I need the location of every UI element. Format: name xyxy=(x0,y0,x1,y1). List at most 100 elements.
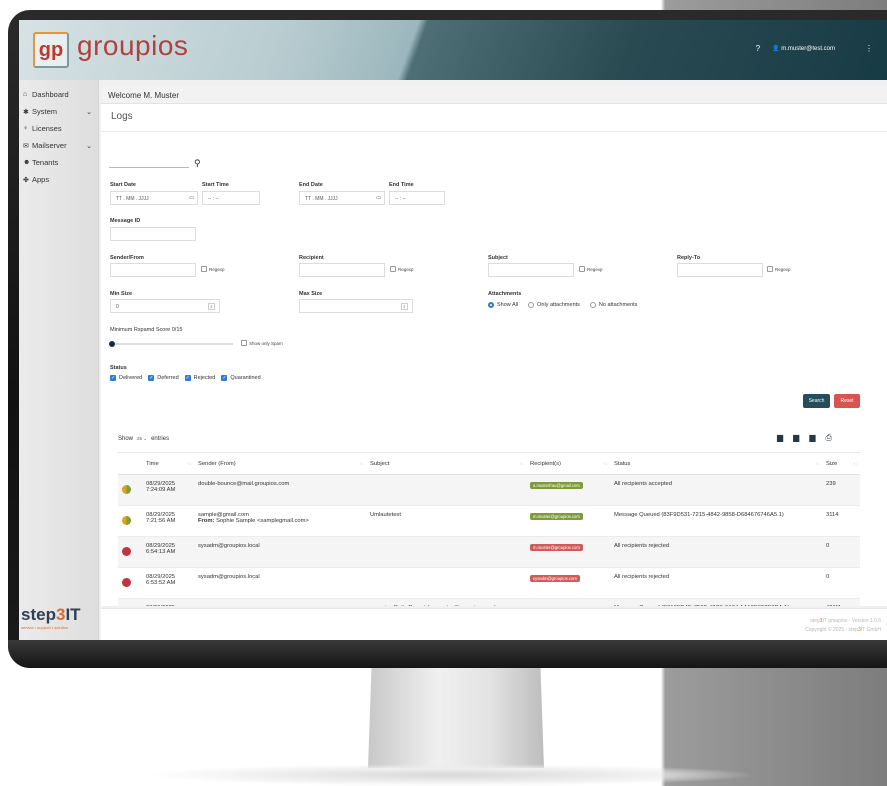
size-cell: 0 xyxy=(822,536,860,568)
export-pdf-icon[interactable]: ▆ xyxy=(809,433,815,443)
chevron-down-icon: ⌄ xyxy=(86,108,92,116)
start-date-input[interactable]: TT . MM . JJJJ ▭ xyxy=(110,191,198,205)
status-label: Status xyxy=(110,365,127,371)
checkbox-icon xyxy=(390,266,396,272)
slider-handle[interactable] xyxy=(109,341,115,347)
entries-select[interactable]: 25 ⌄ xyxy=(137,436,147,442)
help-icon[interactable]: ? xyxy=(756,44,760,53)
time-text: 6:53:52 AM xyxy=(146,580,176,586)
sidebar-item-dashboard[interactable]: ⌂ Dashboard xyxy=(19,86,98,103)
reset-button[interactable]: Reset xyxy=(834,394,860,408)
radio-label: Show All xyxy=(497,302,519,308)
sort-icon: ↑↓ xyxy=(853,461,857,466)
sender-input[interactable] xyxy=(110,263,196,277)
table-row[interactable]: 08/29/20251:00:02 AM groupios Daily Repo… xyxy=(118,598,860,606)
start-time-input[interactable]: -- : -- xyxy=(202,191,260,205)
col-recipients[interactable]: Recipient(s) ↑↓ xyxy=(526,452,610,475)
subject-cell xyxy=(366,474,526,506)
welcome-bar: Welcome M. Muster xyxy=(101,86,887,104)
col-label: Subject xyxy=(370,460,390,467)
radio-no-attachments[interactable]: No attachments xyxy=(589,302,637,308)
sidebar-item-system[interactable]: ✱ System ⌄ xyxy=(19,103,98,120)
kebab-menu-icon[interactable]: ⋮ xyxy=(865,44,873,53)
col-subject[interactable]: Subject ↑↓ xyxy=(366,452,526,475)
col-sender[interactable]: Sender (From) ↑↓ xyxy=(194,452,366,475)
subject-regexp-checkbox[interactable]: Regexp xyxy=(579,266,603,272)
table-row[interactable]: 08/29/2025 7:24:09 AM double-bounce@mail.g… xyxy=(118,474,860,506)
radio-only-attachments[interactable]: Only attachments xyxy=(528,302,580,308)
apps-icon: ✤ xyxy=(23,176,29,184)
col-status-dot xyxy=(118,452,142,475)
user-menu[interactable]: 👤 m.muster@test.com xyxy=(772,45,835,52)
replyto-input[interactable] xyxy=(677,263,763,277)
checkbox-label: Deferred xyxy=(157,375,179,381)
radio-icon xyxy=(589,302,596,308)
regexp-label: Regexp xyxy=(775,266,791,272)
spam-only-checkbox[interactable]: Show only Spam xyxy=(241,340,283,346)
recipient-badge: m.muster@groupios.com xyxy=(530,544,583,551)
export-csv-icon[interactable]: ▆ xyxy=(777,433,783,443)
search-input[interactable] xyxy=(109,158,189,168)
radio-show-all[interactable]: Show All xyxy=(488,302,518,308)
message-id-input[interactable] xyxy=(110,227,196,241)
sort-icon: ↑↓ xyxy=(519,461,523,466)
search-icon[interactable]: ⚲ xyxy=(194,158,201,169)
footer-version: step3IT groupios - Version 1.0.6 Copyrig… xyxy=(805,618,881,633)
table-row[interactable]: 08/29/2025 6:54:13 AM sysadm@groupios.loca… xyxy=(118,536,860,568)
rspamd-label: Minimum Rspamd Score 0/15 xyxy=(110,327,183,333)
checkbox-icon xyxy=(579,266,585,272)
regexp-label: Regexp xyxy=(209,266,225,272)
sidebar-item-mailserver[interactable]: ✉ Mailserver ⌄ xyxy=(19,137,98,154)
sender-regexp-checkbox[interactable]: Regexp xyxy=(201,266,225,272)
end-date-input[interactable]: TT . MM . JJJJ ▭ xyxy=(299,191,385,205)
table-row[interactable]: 08/29/2025 7:21:56 AM sample@gmail.com From… xyxy=(118,505,860,537)
end-time-input[interactable]: -- : -- xyxy=(389,191,445,205)
status-dot-cell xyxy=(118,567,142,599)
page-title: Logs xyxy=(111,111,133,122)
table-row[interactable]: 08/29/2025 6:53:52 AM sysadm@groupios.loca… xyxy=(118,567,860,599)
top-header: gp groupios ? 👤 m.muster@test.com ⋮ xyxy=(19,20,887,80)
search-button[interactable]: Search xyxy=(803,394,830,408)
col-status[interactable]: Status ↑↓ xyxy=(610,452,822,475)
time-text: 7:24:09 AM xyxy=(146,487,176,493)
stepper-icon[interactable]: ⇕ xyxy=(207,303,215,310)
sidebar-item-label: Apps xyxy=(32,175,50,184)
size-cell: 239 xyxy=(822,474,860,506)
calendar-icon[interactable]: ▭ xyxy=(189,195,194,201)
status-deferred-checkbox[interactable]: ✓ Deferred xyxy=(148,375,179,381)
stepper-icon[interactable]: ⇕ xyxy=(400,303,408,310)
date-text: 08/29/2025 xyxy=(146,605,190,606)
sidebar-item-apps[interactable]: ✤ Apps xyxy=(19,171,98,188)
sort-icon: ↑↓ xyxy=(187,461,191,466)
export-excel-icon[interactable]: ▆ xyxy=(793,433,799,443)
size-cell: 42111 xyxy=(822,598,860,606)
status-delivered-checkbox[interactable]: ✓ Delivered xyxy=(110,375,142,381)
export-toolbar: ▆ ▆ ▆ ⎙ xyxy=(777,433,832,443)
subject-input[interactable] xyxy=(488,263,574,277)
monitor-chin xyxy=(8,640,887,668)
col-time[interactable]: Time ↑↓ xyxy=(142,452,194,475)
monitor-base xyxy=(150,764,750,786)
sidebar-item-tenants[interactable]: ☻ Tenants xyxy=(19,154,98,171)
max-size-label: Max Size xyxy=(299,291,323,297)
col-label: Recipient(s) xyxy=(530,460,561,467)
recipient-input[interactable] xyxy=(299,263,385,277)
sender-text: sysadm@groupios.local xyxy=(198,543,260,549)
calendar-icon[interactable]: ▭ xyxy=(376,195,381,201)
app-screen: gp groupios ? 👤 m.muster@test.com ⋮ ⌂ Das… xyxy=(19,20,887,640)
print-icon[interactable]: ⎙ xyxy=(825,433,831,443)
rspamd-slider[interactable] xyxy=(109,341,233,347)
replyto-regexp-checkbox[interactable]: Regexp xyxy=(767,266,791,272)
sidebar-brand-logo: step3IT service • support • solution xyxy=(21,605,81,630)
min-size-input[interactable]: 0 ⇕ xyxy=(110,299,220,313)
status-quarantined-checkbox[interactable]: ✓ Quarantined xyxy=(221,375,261,381)
col-label: Status xyxy=(614,460,631,467)
envelope-icon: ✉ xyxy=(23,142,29,150)
col-size[interactable]: Size ↑↓ xyxy=(822,452,860,475)
user-email: m.muster@test.com xyxy=(781,46,835,52)
max-size-input[interactable]: ⇕ xyxy=(299,299,413,313)
recipient-regexp-checkbox[interactable]: Regexp xyxy=(390,266,414,272)
checkbox-icon xyxy=(201,266,207,272)
status-rejected-checkbox[interactable]: ✓ Rejected xyxy=(184,375,215,381)
sidebar-item-licenses[interactable]: ♀ Licenses xyxy=(19,120,98,137)
